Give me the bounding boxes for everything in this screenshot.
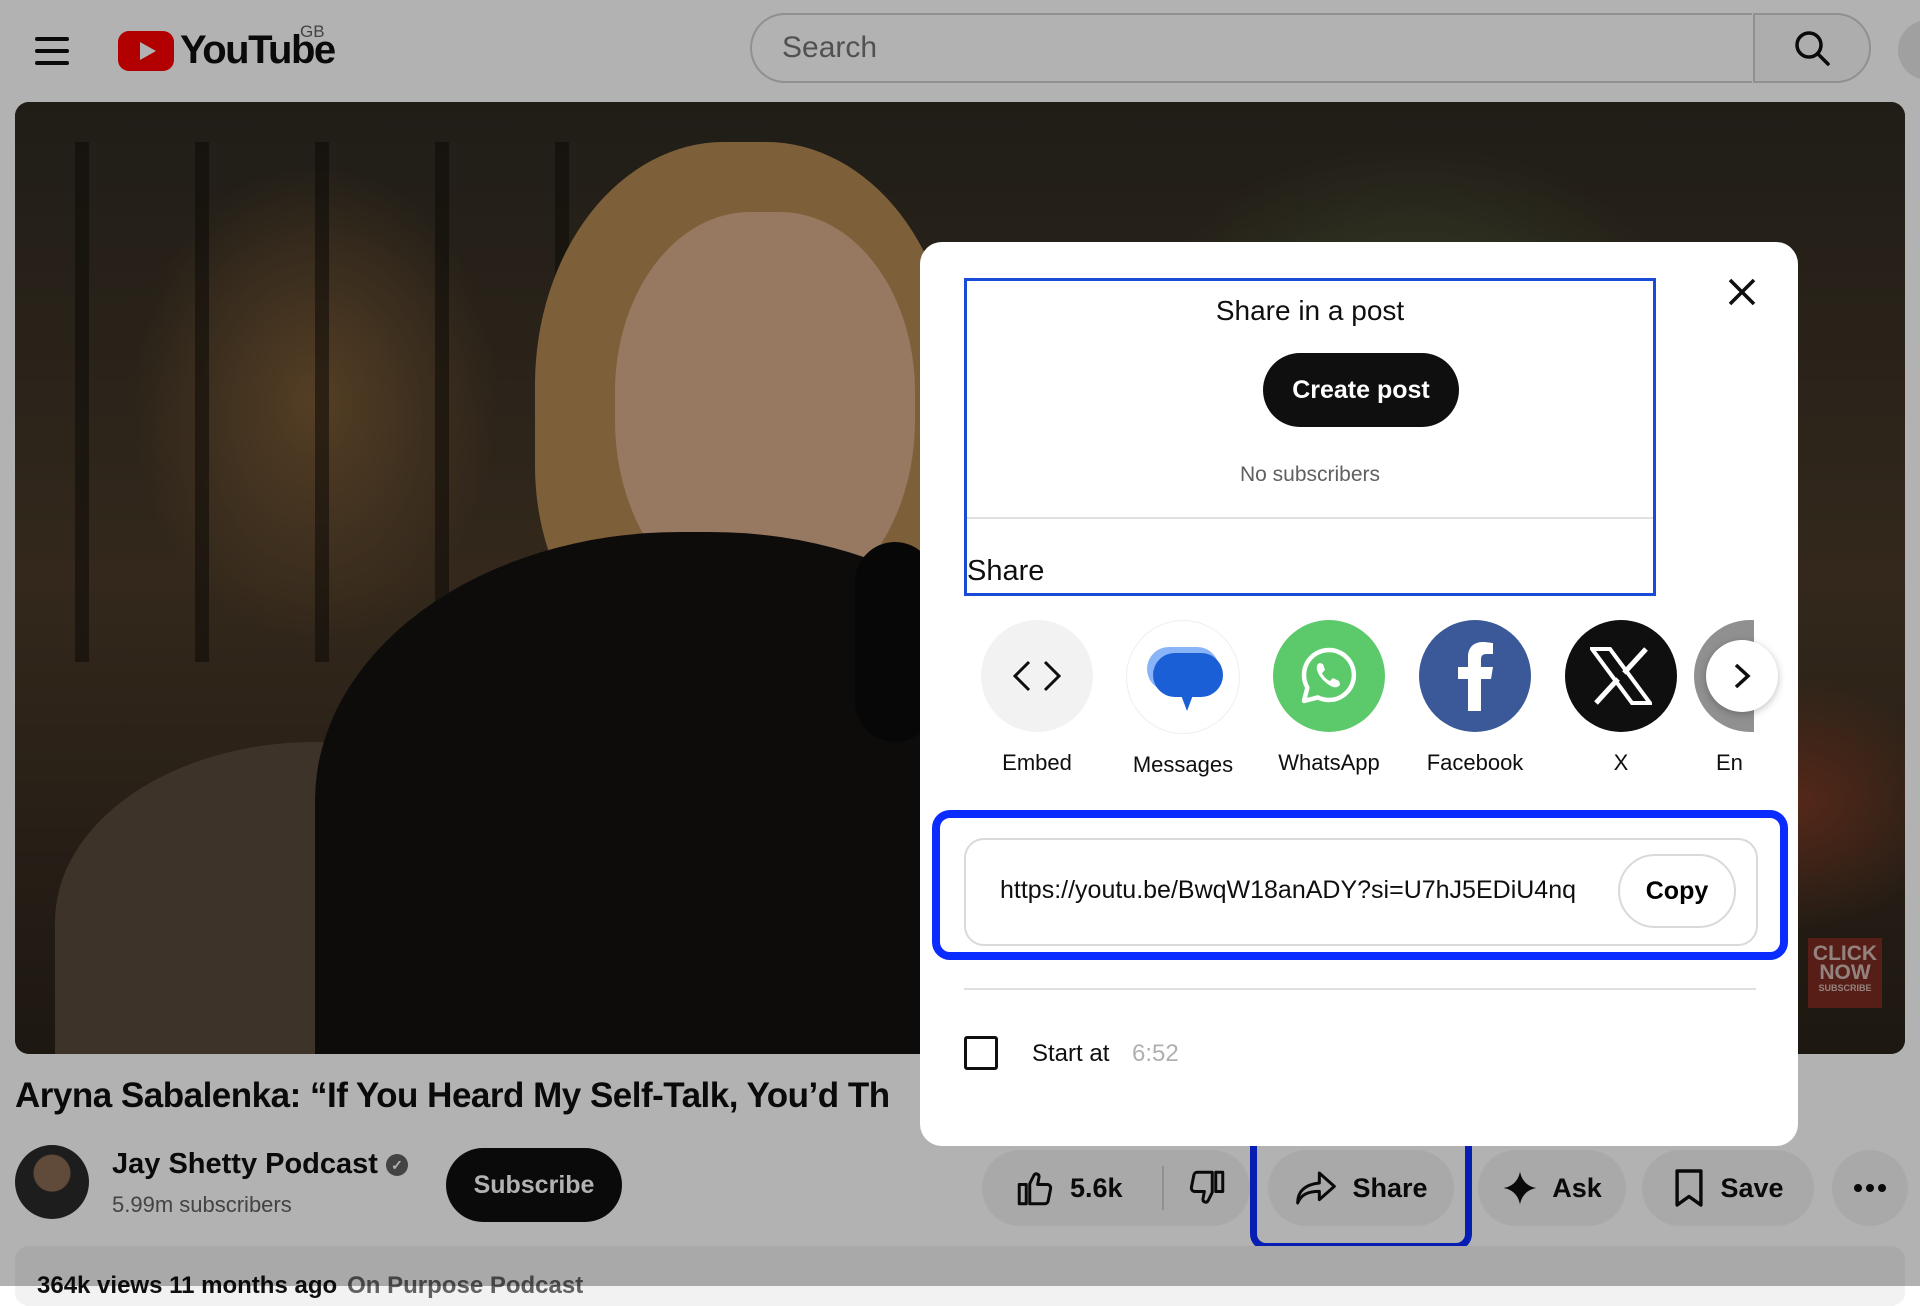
share-target-label: WhatsApp: [1278, 750, 1380, 775]
chevron-right-icon: [1734, 663, 1751, 689]
share-dialog: Share in a post Create post No subscribe…: [920, 242, 1798, 1146]
share-target-label: Facebook: [1426, 750, 1524, 775]
whatsapp-icon: [1273, 620, 1385, 732]
close-button[interactable]: [1722, 272, 1762, 312]
share-target-embed[interactable]: Embed: [964, 620, 1110, 776]
share-target-label: Messages: [1132, 752, 1234, 777]
create-post-button[interactable]: Create post: [1263, 353, 1459, 427]
share-link-box: https://youtu.be/BwqW18anADY?si=U7hJ5EDi…: [964, 838, 1758, 946]
start-at-checkbox[interactable]: [964, 1036, 998, 1070]
share-heading: Share: [967, 555, 1045, 587]
start-at-label: Start at: [1032, 1040, 1110, 1067]
facebook-icon: [1419, 620, 1531, 732]
next-targets-button[interactable]: [1706, 640, 1778, 712]
post-subtext: No subscribers: [1239, 463, 1381, 486]
share-target-facebook[interactable]: Facebook: [1402, 620, 1548, 776]
share-targets-row: Embed Messages WhatsApp Facebook X En: [964, 620, 1804, 777]
dialog-divider: [964, 988, 1756, 990]
share-in-post-title: Share in a post: [1215, 295, 1405, 326]
share-target-label: En: [1716, 750, 1743, 775]
share-target-messages[interactable]: Messages: [1110, 620, 1256, 778]
copy-link-button[interactable]: Copy: [1618, 854, 1736, 928]
share-target-whatsapp[interactable]: WhatsApp: [1256, 620, 1402, 776]
share-link-field[interactable]: https://youtu.be/BwqW18anADY?si=U7hJ5EDi…: [1000, 876, 1600, 905]
close-icon: [1728, 278, 1756, 306]
x-icon: [1565, 620, 1677, 732]
start-at-time[interactable]: 6:52: [1132, 1040, 1179, 1068]
share-in-post-section: Share in a post Create post No subscribe…: [964, 278, 1656, 596]
share-target-label: X: [1613, 750, 1629, 775]
share-target-x[interactable]: X: [1548, 620, 1694, 776]
share-target-label: Embed: [1002, 750, 1072, 775]
embed-icon: [981, 620, 1093, 732]
messages-icon: [1126, 620, 1240, 734]
post-divider: [967, 517, 1653, 519]
